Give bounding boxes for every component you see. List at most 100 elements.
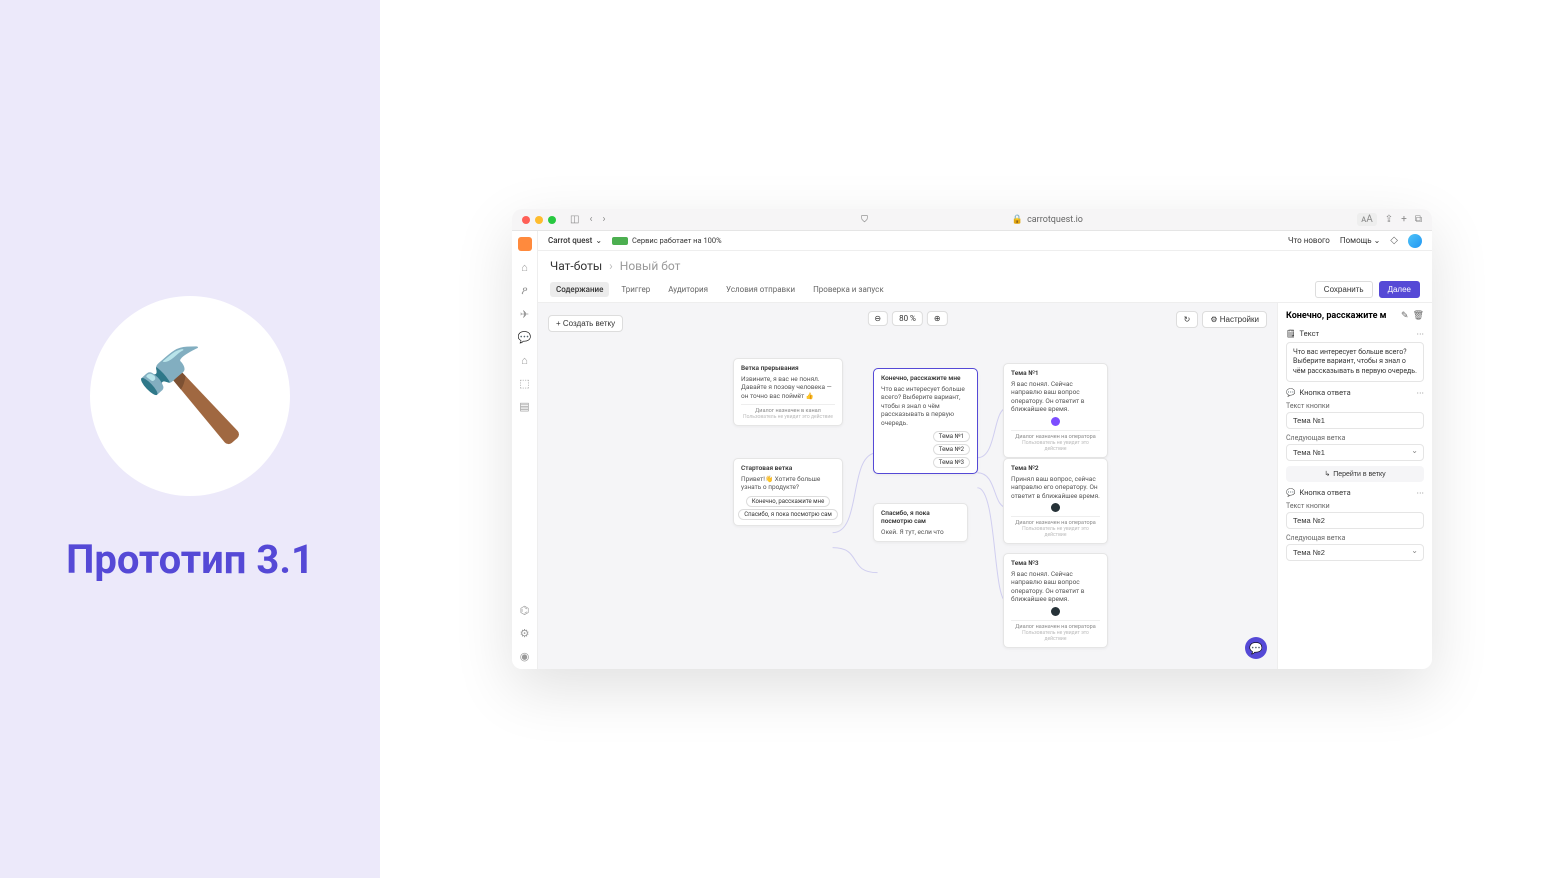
tab-conditions[interactable]: Условия отправки <box>720 282 801 297</box>
reply-icon: 💬 <box>1286 388 1295 397</box>
node-text: Я вас понял. Сейчас направлю ваш вопрос … <box>1011 380 1100 414</box>
breadcrumb-root[interactable]: Чат-боты <box>550 259 602 273</box>
button-text-input-1[interactable] <box>1286 412 1424 429</box>
new-tab-icon[interactable]: + <box>1401 214 1407 225</box>
zoom-in-button[interactable]: ⊕ <box>927 311 948 326</box>
node-title: Тема №3 <box>1011 559 1100 567</box>
tabs-icon[interactable]: ⧉ <box>1415 214 1422 225</box>
battery-icon <box>612 237 628 245</box>
node-title: Тема №2 <box>1011 464 1100 472</box>
field-label: Следующая ветка <box>1286 534 1424 542</box>
canvas-wrap[interactable]: + Создать ветку ⊖ 80 % ⊕ ↻ ⚙ Настройки <box>538 303 1277 669</box>
node-chip[interactable]: Конечно, расскажите мне <box>746 496 831 507</box>
node-start-branch[interactable]: Стартовая ветка Привет!👋 Хотите больше у… <box>733 458 843 526</box>
next-button[interactable]: Далее <box>1379 281 1420 298</box>
node-text: Извините, я вас не понял. Давайте я позо… <box>741 375 835 400</box>
next-branch-select-1[interactable] <box>1286 444 1424 461</box>
maximize-icon[interactable] <box>548 216 556 224</box>
refresh-button[interactable]: ↻ <box>1176 311 1199 328</box>
forward-icon[interactable]: › <box>602 214 605 225</box>
people-icon[interactable]: ዖ <box>521 284 527 298</box>
chat-icon[interactable]: 💬 <box>518 331 532 344</box>
node-tell-me[interactable]: Конечно, расскажите мне Что вас интересу… <box>873 368 978 474</box>
canvas[interactable]: Ветка прерывания Извините, я вас не поня… <box>538 303 1277 669</box>
slide-left-panel: 🔨 Прототип 3.1 <box>0 0 380 878</box>
home-icon[interactable]: ⌂ <box>521 261 528 274</box>
properties-panel: Конечно, расскажите м ✎ 🗑 🗒 Текст ⋯ Что … <box>1277 303 1432 669</box>
node-title: Спасибо, я пока посмотрю сам <box>881 509 960 525</box>
knowledge-icon[interactable]: ⌂ <box>521 354 528 367</box>
breadcrumb: Чат-боты › Новый бот <box>538 251 1432 277</box>
node-browse-self[interactable]: Спасибо, я пока посмотрю сам Окей. Я тут… <box>873 503 968 542</box>
button-text-input-2[interactable] <box>1286 512 1424 529</box>
section-answer-header-2: 💬 Кнопка ответа ⋯ <box>1286 488 1424 497</box>
reply-icon: 💬 <box>1286 488 1295 497</box>
back-icon[interactable]: ‹ <box>589 214 592 225</box>
zoom-controls: ⊖ 80 % ⊕ <box>867 311 947 326</box>
more-icon[interactable]: ⋯ <box>1417 488 1425 497</box>
prototype-title: Прототип 3.1 <box>66 536 314 583</box>
node-theme-2[interactable]: Тема №2 Принял ваш вопрос, сейчас направ… <box>1003 458 1108 544</box>
section-answer-header: 💬 Кнопка ответа ⋯ <box>1286 388 1424 397</box>
address-bar[interactable]: ⛉ 🔒 carrotquest.io <box>861 215 1083 225</box>
create-branch-button[interactable]: + Создать ветку <box>548 315 623 332</box>
app-logo[interactable] <box>518 237 532 251</box>
node-interrupt-branch[interactable]: Ветка прерывания Извините, я вас не поня… <box>733 358 843 426</box>
hammer-circle: 🔨 <box>90 296 290 496</box>
node-title: Конечно, расскажите мне <box>881 374 970 382</box>
notification-badge-icon[interactable]: ◉ <box>520 650 530 663</box>
tab-trigger[interactable]: Триггер <box>615 282 656 297</box>
minimize-icon[interactable] <box>535 216 543 224</box>
operator-avatar-icon <box>1051 417 1060 426</box>
field-label: Текст кнопки <box>1286 402 1424 410</box>
node-footer: Диалог назначен на оператора <box>1011 434 1100 440</box>
node-chip[interactable]: Тема №3 <box>933 457 970 468</box>
bell-icon[interactable]: ◇ <box>1390 235 1398 246</box>
app-main: Carrot quest ⌄ Сервис работает на 100% Ч… <box>538 231 1432 669</box>
node-title: Стартовая ветка <box>741 464 835 472</box>
sidebar-toggle-icon[interactable]: ◫ <box>570 214 579 225</box>
text-content-box[interactable]: Что вас интересует больше всего? Выберит… <box>1286 342 1424 382</box>
workspace-name: Carrot quest <box>548 236 592 245</box>
cube-icon[interactable]: ⬚ <box>519 377 529 390</box>
edit-icon[interactable]: ✎ <box>1401 311 1409 321</box>
tab-content[interactable]: Содержание <box>550 282 609 297</box>
layers-icon[interactable]: ▤ <box>519 400 529 413</box>
delete-icon[interactable]: 🗑 <box>1413 311 1424 321</box>
shield-icon: ⛉ <box>861 215 868 225</box>
field-label: Следующая ветка <box>1286 434 1424 442</box>
close-icon[interactable] <box>522 216 530 224</box>
traffic-lights <box>522 216 556 224</box>
node-chip[interactable]: Тема №1 <box>933 431 970 442</box>
tab-audience[interactable]: Аудитория <box>662 282 714 297</box>
node-theme-3[interactable]: Тема №3 Я вас понял. Сейчас направлю ваш… <box>1003 553 1108 648</box>
go-to-branch-button[interactable]: ↳ Перейти в ветку <box>1286 466 1424 482</box>
share-icon[interactable]: ⇪ <box>1385 214 1393 225</box>
chat-fab[interactable]: 💬 <box>1245 637 1267 659</box>
whats-new-link[interactable]: Что нового <box>1288 236 1330 245</box>
save-button[interactable]: Сохранить <box>1315 281 1373 298</box>
section-label: Кнопка ответа <box>1299 488 1350 497</box>
send-icon[interactable]: ✈ <box>520 308 529 321</box>
browser-nav: ◫ ‹ › <box>570 214 605 225</box>
zoom-out-button[interactable]: ⊖ <box>867 311 888 326</box>
more-icon[interactable]: ⋯ <box>1417 388 1425 397</box>
canvas-settings-button[interactable]: ⚙ Настройки <box>1202 311 1267 328</box>
node-theme-1[interactable]: Тема №1 Я вас понял. Сейчас направлю ваш… <box>1003 363 1108 458</box>
gear-icon[interactable]: ⚙ <box>520 627 530 640</box>
chevron-right-icon: › <box>609 259 613 273</box>
node-chip[interactable]: Спасибо, я пока посмотрю сам <box>738 509 838 520</box>
workspace-switcher[interactable]: Carrot quest ⌄ <box>548 236 602 245</box>
operator-avatar-icon <box>1051 503 1060 512</box>
more-icon[interactable]: ⋯ <box>1417 329 1425 338</box>
hammer-icon: 🔨 <box>134 343 246 448</box>
tab-launch[interactable]: Проверка и запуск <box>807 282 890 297</box>
topbar: Carrot quest ⌄ Сервис работает на 100% Ч… <box>538 231 1432 251</box>
puzzle-icon[interactable]: ⌬ <box>520 604 530 617</box>
avatar[interactable] <box>1408 234 1422 248</box>
node-text: Окей. Я тут, если что <box>881 528 960 536</box>
help-link[interactable]: Помощь ⌄ <box>1340 236 1380 245</box>
text-size-icon[interactable]: ᴀA <box>1357 213 1376 226</box>
node-chip[interactable]: Тема №2 <box>933 444 970 455</box>
next-branch-select-2[interactable] <box>1286 544 1424 561</box>
